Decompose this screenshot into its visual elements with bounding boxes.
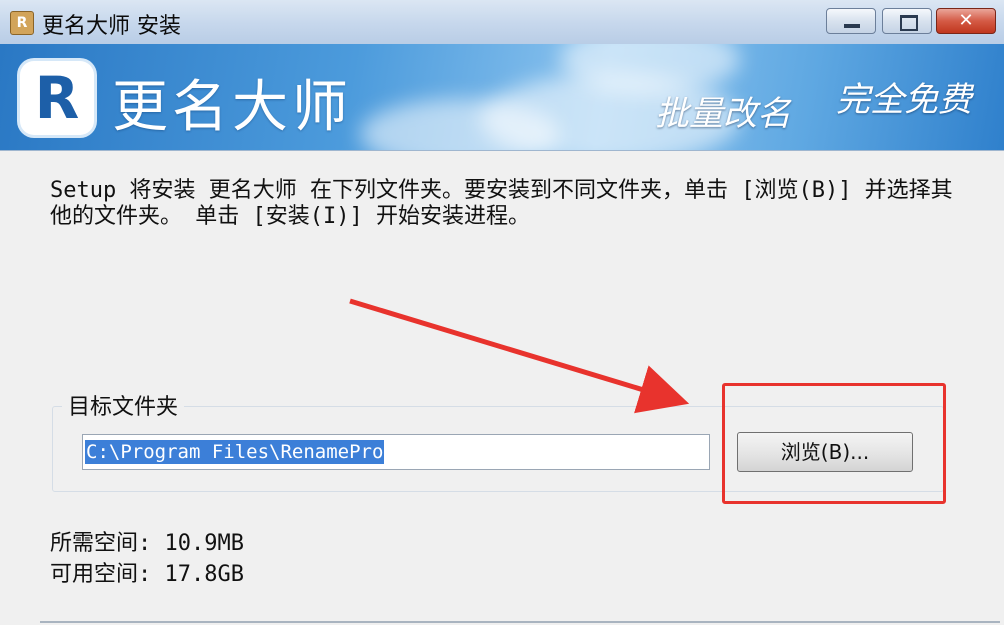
title-bar[interactable]: R 更名大师 安装 ✕ <box>0 0 1004 45</box>
banner-title: 更名大师 <box>112 75 352 140</box>
logo-letter: R <box>34 64 80 132</box>
install-path-value: C:\Program Files\RenamePro <box>85 440 385 464</box>
footer-divider <box>40 621 1000 623</box>
install-path-input[interactable]: C:\Program Files\RenamePro <box>82 434 710 470</box>
space-required-text: 所需空间: 10.9MB <box>50 531 244 556</box>
window-title: 更名大师 安装 <box>42 14 181 39</box>
annotation-highlight-box <box>722 383 946 504</box>
destination-folder-label: 目标文件夹 <box>62 389 185 421</box>
minimize-button[interactable] <box>826 8 876 34</box>
slogan-free: 完全免费 <box>836 80 972 120</box>
space-available-text: 可用空间: 17.8GB <box>50 562 244 587</box>
minimize-icon <box>844 24 860 28</box>
installer-window: R 更名大师 安装 ✕ R 更名大师 批量改名 完全免费 Setup 将安装 更… <box>0 0 1004 625</box>
close-icon: ✕ <box>958 10 974 31</box>
slogan-batch-rename: 批量改名 <box>655 94 791 134</box>
instructions-text: Setup 将安装 更名大师 在下列文件夹。要安装到不同文件夹，单击 [浏览(B… <box>50 178 953 229</box>
header-banner: R 更名大师 批量改名 完全免费 <box>0 44 1004 151</box>
maximize-icon <box>900 15 918 31</box>
app-logo: R <box>20 61 94 135</box>
app-icon: R <box>10 11 34 35</box>
maximize-button[interactable] <box>882 8 932 34</box>
close-button[interactable]: ✕ <box>936 8 996 34</box>
